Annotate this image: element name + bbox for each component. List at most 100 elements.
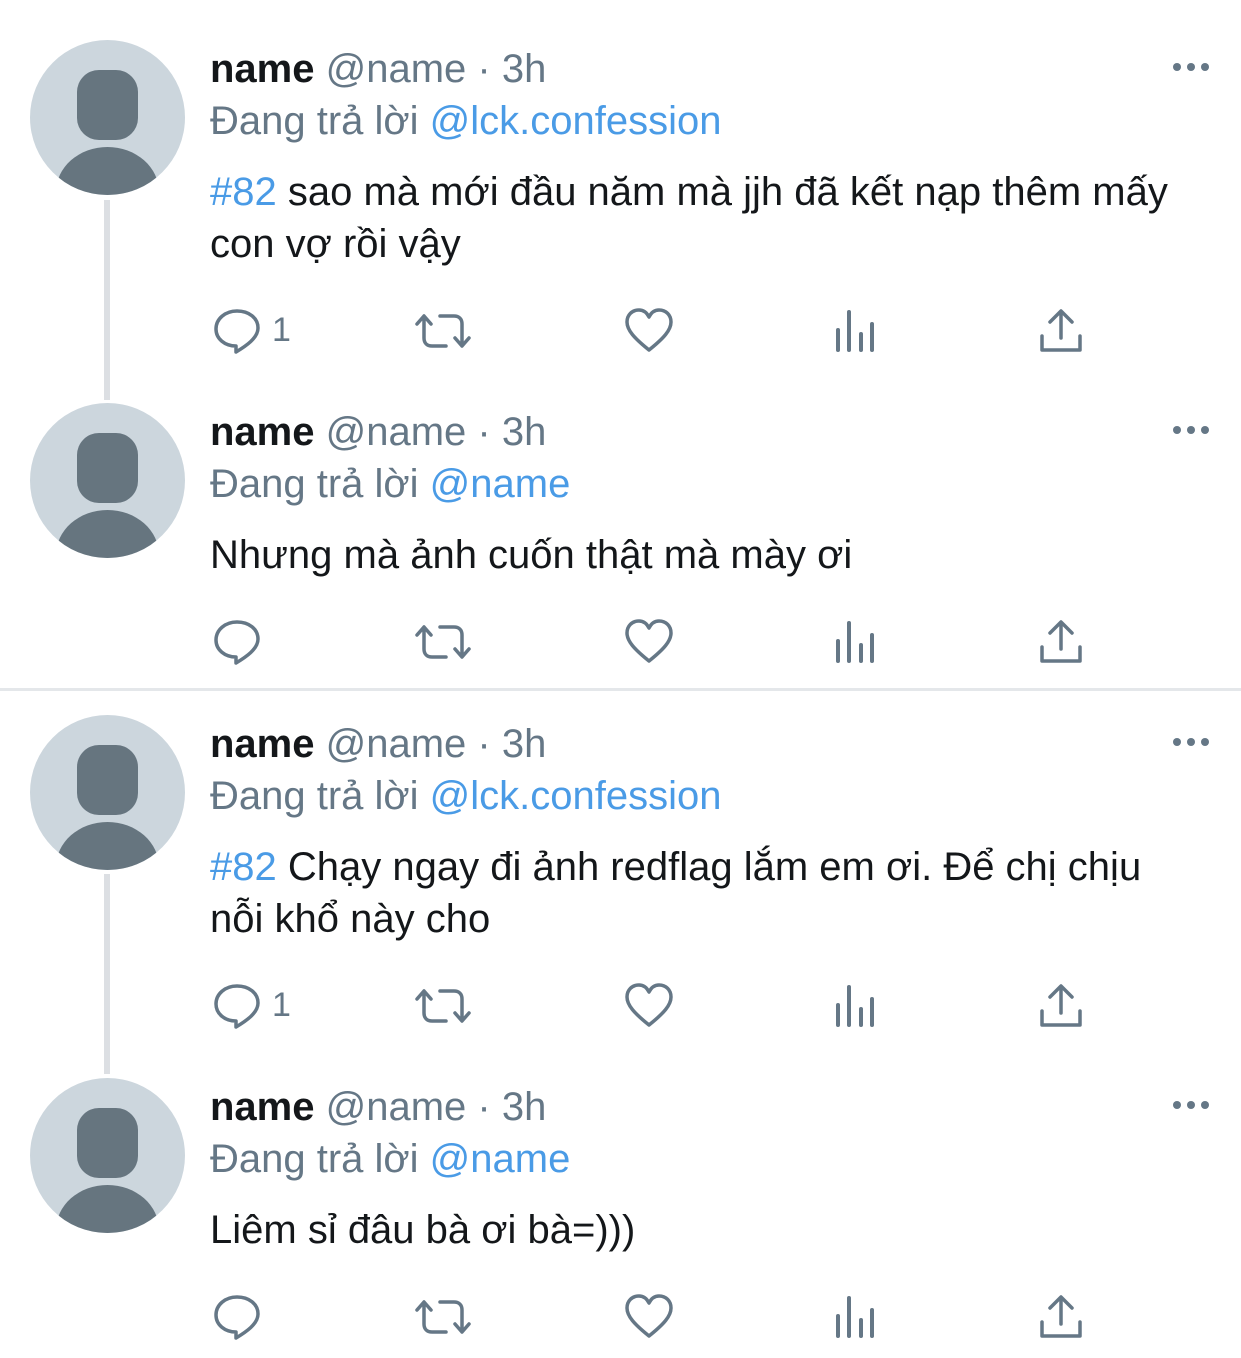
reply-icon	[214, 984, 260, 1029]
tweet-body: Nhưng mà ảnh cuốn thật mà mày ơi	[210, 533, 853, 577]
analytics-icon	[836, 985, 874, 1027]
more-icon[interactable]	[1171, 1090, 1211, 1120]
analytics-button[interactable]	[834, 300, 880, 360]
share-icon	[1040, 1295, 1082, 1338]
more-icon[interactable]	[1171, 52, 1211, 82]
display-name[interactable]: name	[210, 410, 315, 454]
tweet[interactable]: name @name · 3h Đang trả lời @name Nhưng…	[0, 363, 1241, 688]
retweet-icon	[415, 1300, 471, 1334]
retweet-icon	[415, 314, 471, 348]
replying-to: Đang trả lời @lck.confession	[210, 98, 722, 144]
retweet-button[interactable]	[414, 1286, 474, 1346]
tweet-text: #82 sao mà mới đầu năm mà jjh đã kết nạp…	[210, 166, 1200, 270]
analytics-button[interactable]	[834, 975, 880, 1035]
user-handle[interactable]: @name	[326, 1085, 467, 1129]
share-button[interactable]	[1038, 611, 1084, 671]
retweet-icon	[415, 989, 471, 1023]
tweet-header: name @name · 3h	[210, 409, 546, 455]
reply-count: 1	[272, 986, 291, 1024]
reply-mention-link[interactable]: @name	[430, 462, 571, 506]
tweet-text: Nhưng mà ảnh cuốn thật mà mày ơi	[210, 529, 1200, 581]
like-button[interactable]	[624, 300, 674, 360]
reply-count: 1	[272, 311, 291, 349]
share-icon	[1040, 984, 1082, 1027]
heart-icon	[625, 308, 673, 352]
tweet[interactable]: name @name · 3h Đang trả lời @lck.confes…	[0, 0, 1241, 400]
avatar[interactable]	[30, 40, 185, 195]
like-button[interactable]	[624, 1286, 674, 1346]
timestamp[interactable]: 3h	[502, 1085, 547, 1129]
user-handle[interactable]: @name	[326, 47, 467, 91]
like-button[interactable]	[624, 975, 674, 1035]
reply-button[interactable]: 1	[212, 300, 312, 360]
share-button[interactable]	[1038, 975, 1084, 1035]
display-name[interactable]: name	[210, 1085, 315, 1129]
share-icon	[1040, 309, 1082, 352]
replying-to: Đang trả lời @name	[210, 1136, 570, 1182]
tweet-text: #82 Chạy ngay đi ảnh redflag lắm em ơi. …	[210, 841, 1200, 945]
separator-dot: ·	[477, 410, 491, 454]
replying-to-label: Đang trả lời	[210, 774, 419, 818]
retweet-button[interactable]	[414, 611, 474, 671]
replying-to: Đang trả lời @lck.confession	[210, 773, 722, 819]
tweet-text: Liêm sỉ đâu bà ơi bà=)))	[210, 1204, 1200, 1256]
heart-icon	[625, 1294, 673, 1338]
retweet-button[interactable]	[414, 975, 474, 1035]
timestamp[interactable]: 3h	[502, 47, 547, 91]
share-icon	[1040, 620, 1082, 663]
analytics-icon	[836, 310, 874, 352]
tweet-actions: 1	[0, 975, 1241, 1035]
tweet[interactable]: name @name · 3h Đang trả lời @name Liêm …	[0, 1038, 1241, 1358]
timestamp[interactable]: 3h	[502, 722, 547, 766]
retweet-icon	[415, 625, 471, 659]
share-button[interactable]	[1038, 1286, 1084, 1346]
tweet-actions	[0, 611, 1241, 671]
reply-button[interactable]	[212, 611, 312, 671]
replying-to-label: Đang trả lời	[210, 99, 419, 143]
analytics-button[interactable]	[834, 611, 880, 671]
replying-to: Đang trả lời @name	[210, 461, 570, 507]
avatar[interactable]	[30, 403, 185, 558]
user-handle[interactable]: @name	[326, 410, 467, 454]
heart-icon	[625, 619, 673, 663]
tweet-body: Chạy ngay đi ảnh redflag lắm em ơi. Để c…	[210, 845, 1142, 941]
avatar[interactable]	[30, 715, 185, 870]
reply-button[interactable]: 1	[212, 975, 312, 1035]
reply-mention-link[interactable]: @name	[430, 1137, 571, 1181]
user-handle[interactable]: @name	[326, 722, 467, 766]
tweet-header: name @name · 3h	[210, 721, 546, 767]
analytics-icon	[836, 621, 874, 663]
timestamp[interactable]: 3h	[502, 410, 547, 454]
reply-icon	[214, 620, 260, 665]
analytics-icon	[836, 1296, 874, 1338]
separator-dot: ·	[477, 1085, 491, 1129]
hashtag-link[interactable]: #82	[210, 170, 277, 214]
tweet-header: name @name · 3h	[210, 1084, 546, 1130]
replying-to-label: Đang trả lời	[210, 1137, 419, 1181]
reply-mention-link[interactable]: @lck.confession	[430, 774, 722, 818]
tweet-body: Liêm sỉ đâu bà ơi bà=)))	[210, 1208, 636, 1252]
heart-icon	[625, 983, 673, 1027]
more-icon[interactable]	[1171, 727, 1211, 757]
display-name[interactable]: name	[210, 47, 315, 91]
more-icon[interactable]	[1171, 415, 1211, 445]
reply-icon	[214, 1295, 260, 1340]
tweet-body: sao mà mới đầu năm mà jjh đã kết nạp thê…	[210, 170, 1168, 266]
like-button[interactable]	[624, 611, 674, 671]
reply-button[interactable]	[212, 1286, 312, 1346]
avatar[interactable]	[30, 1078, 185, 1233]
share-button[interactable]	[1038, 300, 1084, 360]
retweet-button[interactable]	[414, 300, 474, 360]
hashtag-link[interactable]: #82	[210, 845, 277, 889]
reply-icon	[214, 309, 260, 354]
tweet-actions: 1	[0, 300, 1241, 360]
analytics-button[interactable]	[834, 1286, 880, 1346]
display-name[interactable]: name	[210, 722, 315, 766]
tweet[interactable]: name @name · 3h Đang trả lời @lck.confes…	[0, 675, 1241, 1075]
reply-mention-link[interactable]: @lck.confession	[430, 99, 722, 143]
replying-to-label: Đang trả lời	[210, 462, 419, 506]
separator-dot: ·	[477, 722, 491, 766]
separator-dot: ·	[477, 47, 491, 91]
tweet-header: name @name · 3h	[210, 46, 546, 92]
tweet-actions	[0, 1286, 1241, 1346]
